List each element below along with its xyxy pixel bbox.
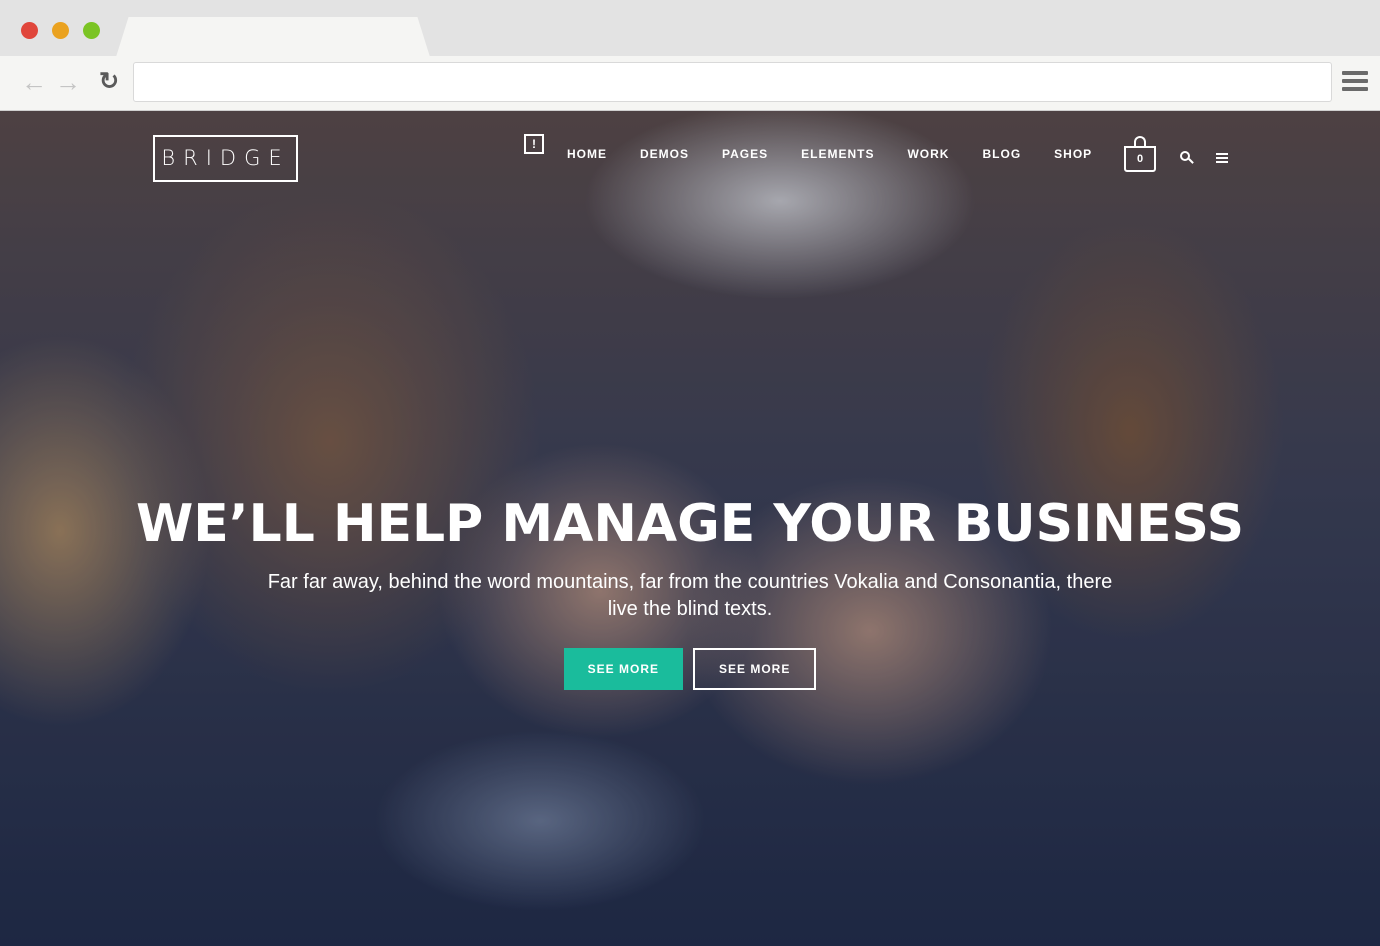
nav-item-shop[interactable]: SHOP [1054,147,1092,161]
search-icon[interactable] [1180,151,1194,165]
tab-bar [0,0,1380,57]
notice-icon[interactable]: ! [524,134,544,154]
reload-icon[interactable]: ↻ [95,68,123,96]
window-maximize-button[interactable] [83,22,100,39]
browser-menu-icon[interactable] [1342,71,1368,93]
back-arrow-icon[interactable]: ← [20,68,48,96]
window-minimize-button[interactable] [52,22,69,39]
nav-item-home[interactable]: HOME [567,147,607,161]
nav-item-pages[interactable]: PAGES [722,147,768,161]
see-more-button-primary[interactable]: SEE MORE [563,648,683,690]
hero-subtitle: Far far away, behind the word mountains,… [267,571,1113,620]
address-bar[interactable] [133,62,1332,102]
web-page: BRIDGE ! HOME DEMOS PAGES ELEMENTS WORK … [0,111,1380,946]
cart-count: 0 [1124,146,1156,172]
shopping-cart-icon[interactable]: 0 [1124,136,1156,172]
nav-item-blog[interactable]: BLOG [982,147,1021,161]
nav-item-demos[interactable]: DEMOS [640,147,689,161]
side-menu-icon[interactable] [1216,153,1228,163]
hero-title: WE’LL HELP MANAGE YOUR BUSINESS [135,494,1245,554]
browser-tab[interactable] [116,17,430,57]
nav-item-elements[interactable]: ELEMENTS [801,147,874,161]
browser-toolbar: ← → ↻ [0,56,1380,110]
see-more-button-secondary[interactable]: SEE MORE [693,648,817,690]
main-navigation: HOME DEMOS PAGES ELEMENTS WORK BLOG SHOP [567,147,1125,161]
hero-section: WE’LL HELP MANAGE YOUR BUSINESS Far far … [0,491,1380,690]
window-close-button[interactable] [21,22,38,39]
nav-item-work[interactable]: WORK [907,147,949,161]
browser-chrome: ← → ↻ [0,0,1380,111]
site-logo[interactable]: BRIDGE [153,135,298,182]
hero-buttons: SEE MORE SEE MORE [0,648,1380,690]
forward-arrow-icon[interactable]: → [54,68,82,96]
